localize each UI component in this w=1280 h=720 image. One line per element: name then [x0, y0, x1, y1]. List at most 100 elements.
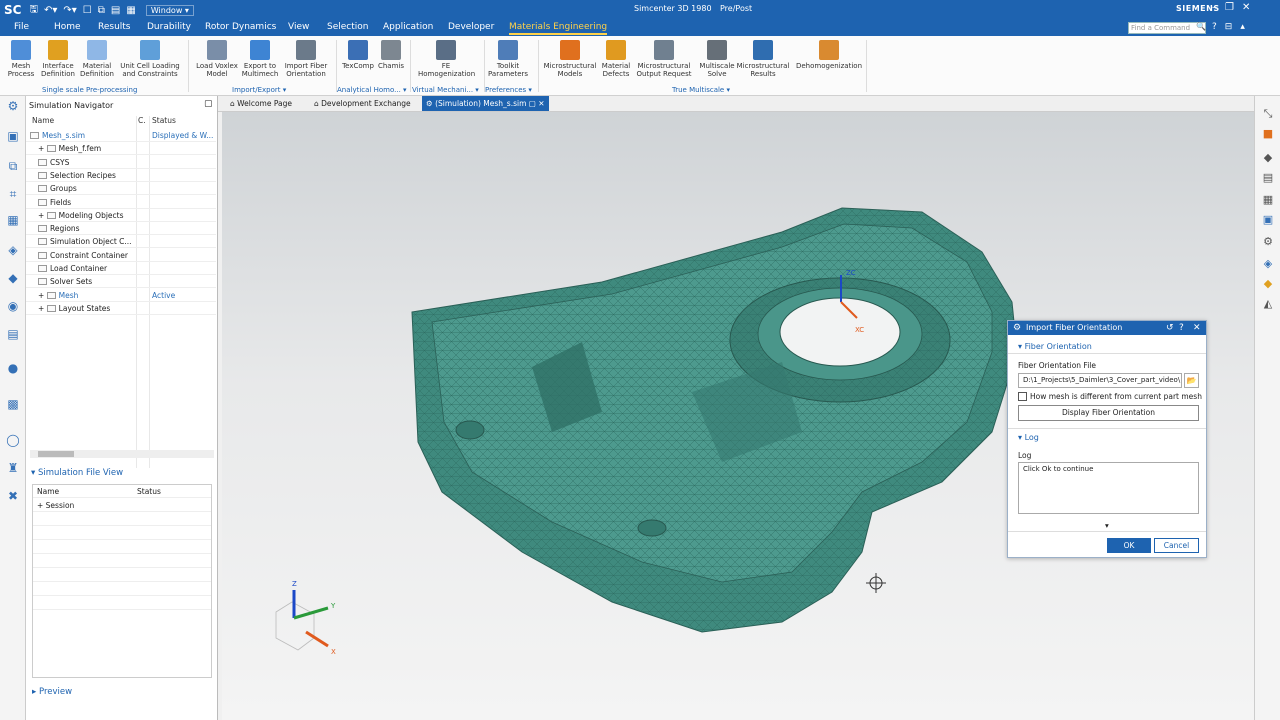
ribbon-button-8[interactable]: Chamis: [376, 40, 406, 70]
file-view-column-status[interactable]: Status: [137, 487, 161, 496]
redo-icon[interactable]: ↷▾: [63, 5, 76, 16]
tab-file[interactable]: File: [14, 22, 29, 32]
navigator-row[interactable]: Solver Sets: [26, 275, 216, 289]
display-fiber-orientation-button[interactable]: Display Fiber Orientation: [1018, 405, 1199, 421]
ribbon-button-15[interactable]: Microstructural Results: [736, 40, 790, 78]
touch-icon[interactable]: ☐: [83, 5, 92, 16]
system-materials-icon[interactable]: ●: [5, 360, 21, 376]
tab-durability[interactable]: Durability: [147, 22, 191, 32]
ribbon-button-14[interactable]: Multiscale Solve: [698, 40, 736, 78]
clock-icon[interactable]: ◯: [5, 432, 21, 448]
settings-icon[interactable]: ⚙: [5, 98, 21, 114]
paint-icon[interactable]: ◆: [1260, 276, 1276, 292]
column-header-status[interactable]: Status: [152, 116, 176, 128]
file-view-column-name[interactable]: Name: [37, 487, 59, 496]
copy-icon[interactable]: ⧉: [98, 5, 105, 16]
close-icon[interactable]: ✕: [1193, 321, 1201, 335]
ribbon-button-13[interactable]: Microstructural Output Request: [634, 40, 694, 78]
ribbon-button-5[interactable]: Export to Multimech: [240, 40, 280, 78]
hd3d-tools-icon[interactable]: ◆: [5, 270, 21, 286]
tab-simulation-mesh[interactable]: ⚙ (Simulation) Mesh_s.sim ▢ ✕: [422, 96, 549, 111]
navigator-row[interactable]: Simulation Object C...: [26, 235, 216, 249]
preview-section[interactable]: ▸ Preview: [32, 687, 72, 697]
ribbon-button-6[interactable]: Import Fiber Orientation: [282, 40, 330, 78]
tab-rotor-dynamics[interactable]: Rotor Dynamics: [205, 22, 276, 32]
browse-folder-icon[interactable]: 📂: [1184, 373, 1199, 388]
section-fiber-orientation[interactable]: ▾ Fiber Orientation: [1018, 342, 1092, 351]
fiber-orientation-file-field[interactable]: D:\1_Projects\5_Daimler\3_Cover_part_vid…: [1018, 373, 1182, 388]
navigator-row[interactable]: Regions: [26, 222, 216, 236]
mesh-different-checkbox[interactable]: [1018, 392, 1027, 401]
navigator-row[interactable]: + Mesh_f.fem: [26, 142, 216, 156]
ribbon-group-label[interactable]: True Multiscale ▾: [672, 86, 730, 94]
navigator-row[interactable]: Load Container: [26, 262, 216, 275]
session-row[interactable]: + Session: [37, 501, 74, 510]
shape-icon[interactable]: ◆: [1260, 150, 1276, 166]
navigator-row[interactable]: + Mesh Active: [26, 289, 216, 302]
column-header-name[interactable]: Name: [32, 116, 54, 128]
roles-icon[interactable]: ▩: [5, 396, 21, 412]
material-icon[interactable]: ◈: [1260, 256, 1276, 272]
navigator-row[interactable]: Fields: [26, 196, 216, 209]
window-menu[interactable]: Window ▾: [145, 4, 194, 16]
reuse-library-icon[interactable]: ◈: [5, 242, 21, 258]
paste-icon[interactable]: ▤: [111, 5, 120, 16]
ribbon-button-2[interactable]: Material Definition: [80, 40, 114, 78]
layout-icon[interactable]: ▦: [126, 5, 135, 16]
tab-home[interactable]: Home: [54, 22, 81, 32]
help-icon[interactable]: ?: [1179, 321, 1184, 335]
navigator-row[interactable]: Selection Recipes: [26, 169, 216, 182]
expand-more-icon[interactable]: ▾: [1105, 521, 1109, 530]
search-icon[interactable]: 🔍: [1196, 22, 1206, 34]
log-textarea[interactable]: Click Ok to continue: [1018, 462, 1199, 514]
table-icon[interactable]: ▤: [1260, 170, 1276, 186]
help-icon[interactable]: ?: [1212, 22, 1217, 32]
history-icon[interactable]: ▤: [5, 326, 21, 342]
navigator-row[interactable]: + Layout States: [26, 302, 216, 315]
tab-welcome-page[interactable]: ⌂ Welcome Page: [226, 96, 296, 111]
tab-selection[interactable]: Selection: [327, 22, 368, 32]
csys-icon[interactable]: ⤡: [1260, 106, 1276, 122]
ribbon-button-12[interactable]: Material Defects: [600, 40, 632, 78]
restore-icon[interactable]: ❐: [1225, 2, 1234, 13]
undo-icon[interactable]: ↶▾: [44, 5, 57, 16]
save-icon[interactable]: 🖫: [29, 2, 38, 19]
ok-button[interactable]: OK: [1107, 538, 1151, 553]
tab-view[interactable]: View: [288, 22, 309, 32]
ribbon-button-1[interactable]: Interface Definition: [40, 40, 76, 78]
view-triad[interactable]: Z Y X: [275, 580, 336, 656]
ribbon-button-0[interactable]: Mesh Process: [6, 40, 36, 78]
ribbon-button-16[interactable]: Dehomogenization: [794, 40, 864, 70]
file-view-title[interactable]: ▾ Simulation File View: [31, 468, 123, 478]
dialog-title-bar[interactable]: Import Fiber Orientation: [1008, 321, 1206, 335]
ribbon-button-7[interactable]: TexComp: [341, 40, 375, 70]
feature-icon[interactable]: ♜: [5, 460, 21, 476]
command-search-input[interactable]: Find a Command: [1128, 22, 1206, 34]
solid-icon[interactable]: ◭: [1260, 296, 1276, 312]
ribbon-button-3[interactable]: Unit Cell Loading and Constraints: [118, 40, 182, 78]
microstructure-icon[interactable]: ■: [1260, 126, 1276, 142]
tab-results[interactable]: Results: [98, 22, 131, 32]
cancel-button[interactable]: Cancel: [1154, 538, 1199, 553]
minimize-icon[interactable]: –: [1212, 2, 1217, 13]
layer-icon[interactable]: ▣: [1260, 212, 1276, 228]
navigator-row[interactable]: Mesh_s.sim Displayed & W...: [26, 129, 216, 142]
tab-materials-engineering[interactable]: Materials Engineering: [509, 22, 608, 35]
pin-icon[interactable]: ▢: [204, 99, 213, 109]
ribbon-group-label[interactable]: Preferences ▾: [485, 86, 532, 94]
tab-development-exchange[interactable]: ⌂ Development Exchange: [310, 96, 415, 111]
tab-application[interactable]: Application: [383, 22, 433, 32]
navigator-row[interactable]: CSYS: [26, 156, 216, 169]
scroll-thumb[interactable]: [38, 451, 74, 457]
options-icon[interactable]: ▴: [1240, 22, 1245, 32]
assembly-navigator-icon[interactable]: ⧉: [5, 158, 21, 174]
column-header-c[interactable]: C.: [138, 116, 146, 128]
ribbon-button-10[interactable]: Toolkit Parameters: [488, 40, 528, 78]
ribbon-button-4[interactable]: Load Voxlex Model: [194, 40, 240, 78]
constraint-navigator-icon[interactable]: ⌗: [5, 186, 21, 202]
reset-icon[interactable]: ↺: [1166, 321, 1174, 335]
tab-developer[interactable]: Developer: [448, 22, 494, 32]
ribbon-group-label[interactable]: Single scale Pre-processing: [42, 86, 137, 94]
navigator-row[interactable]: + Modeling Objects: [26, 209, 216, 222]
tools-icon[interactable]: ✖: [5, 488, 21, 504]
